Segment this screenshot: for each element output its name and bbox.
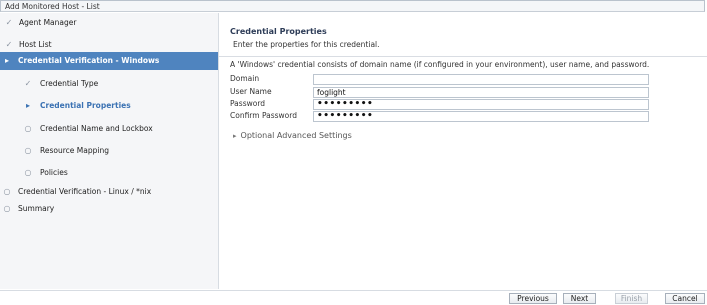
page-subtitle: Enter the properties for this credential…	[233, 40, 380, 49]
sidebar-item-summary[interactable]: ○ Summary	[0, 200, 218, 218]
next-button[interactable]: Next	[563, 293, 596, 304]
sidebar-item-credential-verification-linux[interactable]: ○ Credential Verification - Linux / *nix	[0, 183, 218, 201]
divider	[219, 56, 707, 57]
sidebar-item-resource-mapping[interactable]: ○ Resource Mapping	[0, 142, 218, 160]
sidebar-item-label: Credential Verification - Linux / *nix	[18, 187, 152, 196]
optional-settings-label: Optional Advanced Settings	[240, 131, 352, 140]
sidebar-item-credential-type[interactable]: ✓ Credential Type	[0, 75, 218, 93]
password-field[interactable]: •••••••••	[313, 99, 649, 110]
sidebar-item-agent-manager[interactable]: ✓ Agent Manager	[0, 14, 218, 32]
password-label: Password	[230, 99, 266, 108]
circle-icon: ○	[3, 204, 11, 213]
wizard-footer: Previous Next Finish Cancel	[0, 290, 707, 305]
sidebar-item-label: Agent Manager	[19, 18, 77, 27]
sidebar-item-label: Resource Mapping	[40, 146, 109, 155]
circle-icon: ○	[24, 146, 32, 155]
confirm-password-field[interactable]: •••••••••	[313, 111, 649, 122]
sidebar-item-label: Credential Name and Lockbox	[40, 124, 153, 133]
sidebar-item-label: Credential Properties	[40, 101, 131, 110]
triangle-right-icon: ▸	[25, 101, 30, 110]
domain-field[interactable]	[313, 74, 649, 85]
cancel-button[interactable]: Cancel	[665, 293, 705, 304]
page-title: Credential Properties	[230, 27, 327, 36]
window-title: Add Monitored Host - List	[0, 0, 705, 12]
sidebar-item-label: Summary	[18, 204, 55, 213]
circle-icon: ○	[24, 168, 32, 177]
circle-icon: ○	[3, 187, 11, 196]
sidebar-item-credential-verification-windows[interactable]: ▸ Credential Verification - Windows	[0, 52, 218, 70]
sidebar-item-label: Credential Type	[40, 79, 99, 88]
confirm-password-label: Confirm Password	[230, 111, 297, 120]
circle-icon: ○	[24, 124, 32, 133]
check-icon: ✓	[5, 18, 13, 27]
triangle-right-icon: ▸	[4, 56, 9, 65]
domain-label: Domain	[230, 74, 260, 83]
optional-advanced-settings-toggle[interactable]: ▸ Optional Advanced Settings	[233, 131, 352, 140]
sidebar-item-label: Policies	[40, 168, 68, 177]
chevron-right-icon: ▸	[233, 132, 237, 140]
previous-button[interactable]: Previous	[509, 293, 557, 304]
sidebar-item-label: Credential Verification - Windows	[18, 56, 160, 65]
username-field[interactable]: foglight	[313, 87, 649, 98]
wizard-sidebar: ✓ Agent Manager ✓ Host List ▸ Credential…	[0, 13, 219, 289]
sidebar-item-credential-name-lockbox[interactable]: ○ Credential Name and Lockbox	[0, 120, 218, 138]
sidebar-item-credential-properties[interactable]: ▸ Credential Properties	[0, 97, 218, 115]
sidebar-item-policies[interactable]: ○ Policies	[0, 164, 218, 182]
check-icon: ✓	[24, 79, 32, 88]
main-panel: Credential Properties Enter the properti…	[219, 13, 707, 289]
username-label: User Name	[230, 87, 272, 96]
finish-button[interactable]: Finish	[615, 293, 648, 304]
credential-description: A 'Windows' credential consists of domai…	[230, 60, 650, 69]
